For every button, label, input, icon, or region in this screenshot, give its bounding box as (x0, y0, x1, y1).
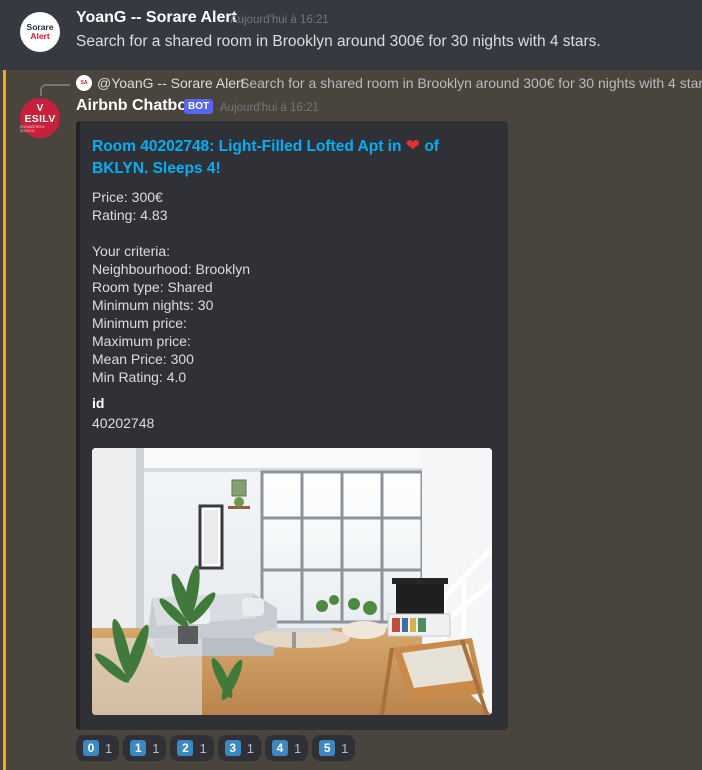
desc-spacer (92, 224, 492, 242)
keycap-5-icon: 5 (319, 740, 336, 756)
message-timestamp: Aujourd'hui à 16:21 (230, 14, 329, 26)
reply-author[interactable]: @YoanG -- Sorare Alert (97, 75, 245, 91)
bot-badge: BOT (184, 99, 214, 114)
reply-connector (40, 84, 70, 96)
embed-title-part1: Room 40202748: Light-Filled Lofted Apt i… (92, 138, 406, 155)
reactions-bar: 0 1 1 1 2 1 3 1 4 1 5 1 (76, 735, 356, 761)
reply-preview[interactable]: Search for a shared room in Brooklyn aro… (240, 75, 702, 91)
embed-title-link[interactable]: Room 40202748: Light-Filled Lofted Apt i… (92, 135, 492, 180)
reaction-keycap-2[interactable]: 2 1 (170, 735, 214, 761)
esilv-logo-subtitle: ENGINEERING SCHOOL (20, 124, 45, 133)
room-embed: Room 40202748: Light-Filled Lofted Apt i… (76, 121, 508, 730)
desc-max-price: Maximum price: (92, 333, 191, 349)
desc-price: Price: 300€ (92, 189, 163, 205)
sorare-alert-avatar[interactable]: Sorare Alert (20, 12, 60, 52)
room-photo[interactable] (92, 448, 492, 715)
keycap-4-icon: 4 (271, 740, 288, 756)
desc-rating: Rating: 4.83 (92, 207, 168, 223)
desc-room-type: Room type: Shared (92, 279, 213, 295)
reply-avatar: SA (76, 75, 92, 91)
keycap-2-icon: 2 (177, 740, 194, 756)
bot-timestamp: Aujourd'hui à 16:21 (220, 102, 319, 114)
message-content: Search for a shared room in Brooklyn aro… (76, 33, 601, 50)
bot-author[interactable]: Airbnb Chatbot (76, 97, 192, 115)
esilv-logo-text: ESILV (24, 112, 56, 125)
reaction-count: 1 (293, 740, 302, 756)
reaction-count: 1 (152, 740, 160, 756)
desc-neighbourhood: Neighbourhood: Brooklyn (92, 261, 250, 277)
sorare-logo: Sorare Alert (26, 22, 54, 41)
keycap-3-icon: 3 (224, 740, 241, 756)
reaction-keycap-5[interactable]: 5 1 (312, 735, 356, 761)
reaction-keycap-1[interactable]: 1 1 (123, 735, 167, 761)
embed-field-value: 40202748 (92, 415, 155, 431)
reaction-count: 1 (246, 740, 254, 756)
heart-icon: ❤ (405, 136, 421, 155)
desc-min-nights: Minimum nights: 30 (92, 297, 214, 313)
reaction-count: 1 (341, 740, 349, 756)
mention-bar (3, 70, 6, 770)
room-photo-illustration (92, 448, 492, 715)
message-yoang: Sorare Alert YoanG -- Sorare Alert Aujour… (0, 0, 702, 66)
reaction-count: 1 (199, 740, 207, 756)
message-author[interactable]: YoanG -- Sorare Alert (76, 9, 237, 27)
esilv-avatar[interactable]: V ESILV ENGINEERING SCHOOL (20, 98, 60, 138)
keycap-1-icon: 1 (130, 740, 147, 756)
reaction-keycap-3[interactable]: 3 1 (217, 735, 261, 761)
desc-mean-price: Mean Price: 300 (92, 351, 194, 367)
esilv-logo-mark: V (36, 102, 44, 114)
desc-min-price: Minimum price: (92, 315, 187, 331)
reaction-count: 1 (105, 740, 113, 756)
embed-field-name: id (92, 395, 105, 411)
desc-min-rating: Min Rating: 4.0 (92, 369, 187, 385)
embed-description: Price: 300€ Rating: 4.83 Your criteria: … (92, 188, 492, 386)
reaction-keycap-4[interactable]: 4 1 (264, 735, 309, 761)
keycap-0-icon: 0 (83, 740, 99, 756)
desc-criteria-heading: Your criteria: (92, 243, 171, 259)
reaction-keycap-0[interactable]: 0 1 (76, 735, 120, 761)
